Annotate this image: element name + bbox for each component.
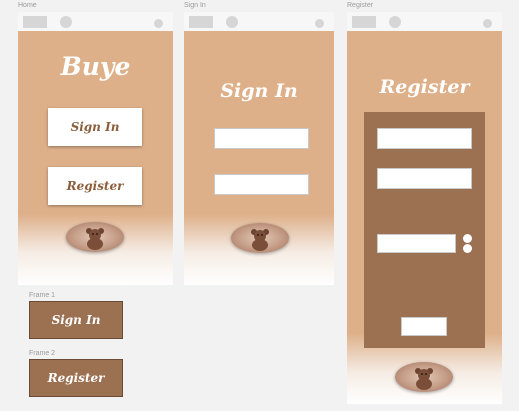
register-button[interactable]: Register — [48, 167, 142, 205]
status-bar — [18, 12, 173, 31]
teddy-bear-icon — [66, 222, 124, 252]
status-bar-placeholder-rect — [352, 16, 376, 28]
radio-option-1[interactable] — [463, 234, 472, 243]
status-bar-placeholder-circle — [226, 16, 238, 28]
register-form-panel — [364, 112, 485, 348]
register-field-3[interactable] — [377, 234, 456, 253]
page-title: Register — [379, 76, 470, 98]
sign-in-button[interactable]: Sign In — [48, 108, 142, 146]
status-bar-placeholder-dot — [315, 19, 324, 28]
brand-title: Buye — [60, 52, 131, 81]
register-field-2[interactable] — [377, 168, 472, 189]
sign-in-button-component[interactable]: Sign In — [29, 301, 123, 339]
status-bar-placeholder-circle — [60, 16, 72, 28]
status-bar-placeholder-rect — [23, 16, 47, 28]
status-bar-placeholder-dot — [154, 19, 163, 28]
teddy-bear-icon — [395, 362, 453, 392]
artboard-title-frame-1[interactable]: Frame 1 — [29, 292, 55, 299]
artboard-title-home[interactable]: Home — [18, 2, 37, 9]
page-title: Sign In — [220, 80, 298, 102]
status-bar — [347, 12, 502, 31]
register-button-component[interactable]: Register — [29, 359, 123, 397]
artboard-title-register[interactable]: Register — [347, 2, 373, 9]
register-submit-button[interactable] — [401, 317, 447, 336]
artboard-title-frame-2[interactable]: Frame 2 — [29, 350, 55, 357]
username-field[interactable] — [214, 128, 309, 149]
radio-option-2[interactable] — [463, 244, 472, 253]
register-field-1[interactable] — [377, 128, 472, 149]
home-artboard[interactable]: Buye Sign In Register — [18, 12, 173, 285]
teddy-bear-icon — [231, 223, 289, 253]
sign-in-artboard[interactable]: Sign In — [184, 12, 334, 285]
password-field[interactable] — [214, 174, 309, 195]
status-bar-placeholder-circle — [389, 16, 401, 28]
status-bar-placeholder-dot — [483, 19, 492, 28]
register-artboard[interactable]: Register — [347, 12, 502, 404]
status-bar — [184, 12, 334, 31]
artboard-title-sign-in[interactable]: Sign In — [184, 2, 206, 9]
status-bar-placeholder-rect — [189, 16, 213, 28]
